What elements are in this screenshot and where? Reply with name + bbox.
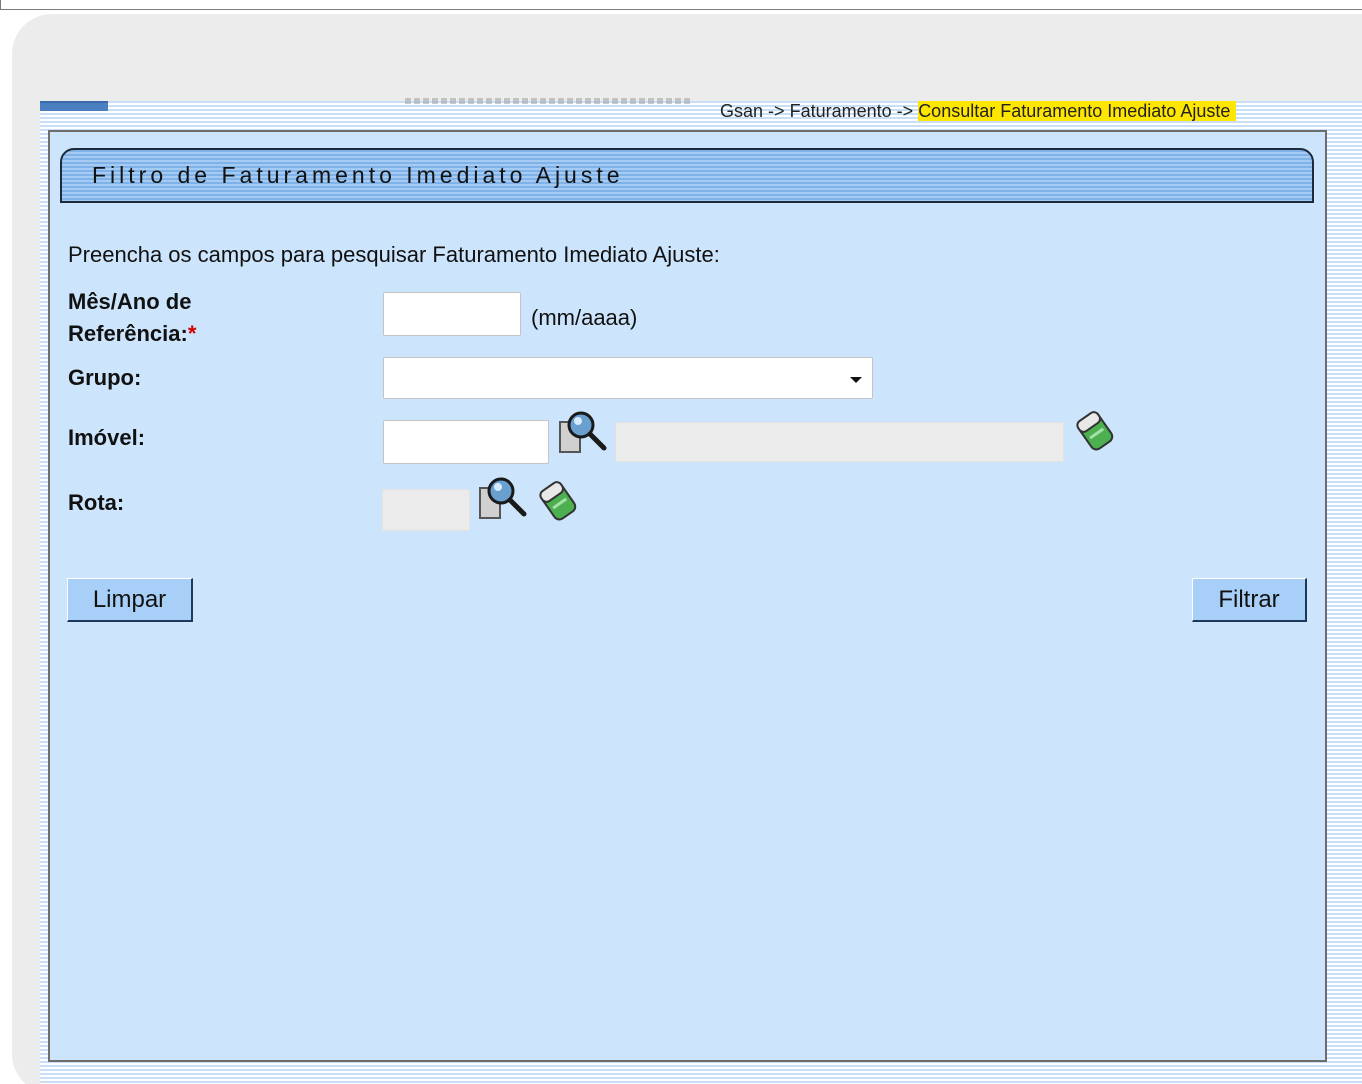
- rota-search-icon[interactable]: [476, 474, 528, 522]
- rota-field: [382, 489, 470, 531]
- required-mark: *: [187, 321, 197, 346]
- panel-title: Filtro de Faturamento Imediato Ajuste: [92, 162, 624, 188]
- grupo-select[interactable]: [383, 357, 873, 399]
- breadcrumb-separator: ->: [768, 101, 785, 121]
- imovel-description-field: [615, 422, 1064, 462]
- breadcrumb-separator: ->: [896, 101, 914, 121]
- form-panel: [48, 130, 1327, 1062]
- chevron-down-icon: [850, 377, 862, 383]
- mes-ano-label-line2: Referência:: [68, 321, 188, 346]
- imovel-search-icon[interactable]: [556, 408, 608, 456]
- form-instruction: Preencha os campos para pesquisar Fatura…: [68, 242, 720, 267]
- rota-clear-eraser-icon[interactable]: [535, 478, 581, 524]
- imovel-label: Imóvel:: [68, 425, 146, 450]
- mes-ano-label: Mês/Ano de Referência:*: [68, 286, 196, 350]
- grupo-label: Grupo:: [68, 365, 142, 390]
- imovel-clear-eraser-icon[interactable]: [1072, 408, 1118, 454]
- mes-ano-label-line1: Mês/Ano de: [68, 289, 192, 314]
- breadcrumb-item-current: Consultar Faturamento Imediato Ajuste: [918, 101, 1237, 121]
- frame-notch: [1, 0, 71, 4]
- top-frame: [0, 0, 1362, 10]
- breadcrumb-item-faturamento[interactable]: Faturamento: [790, 101, 892, 121]
- imovel-input[interactable]: [383, 420, 549, 464]
- mes-ano-format-hint: (mm/aaaa): [531, 305, 638, 330]
- breadcrumb-item-gsan[interactable]: Gsan: [720, 101, 763, 121]
- rota-label: Rota:: [68, 490, 125, 515]
- menu-tab-indicator: [40, 101, 108, 111]
- filtrar-button[interactable]: Filtrar: [1192, 578, 1307, 622]
- faded-menu-strip: [405, 98, 690, 104]
- limpar-button[interactable]: Limpar: [67, 578, 193, 622]
- mes-ano-input[interactable]: [383, 292, 521, 336]
- breadcrumb: Gsan -> Faturamento -> Consultar Faturam…: [720, 100, 1237, 122]
- panel-title-bar: Filtro de Faturamento Imediato Ajuste: [60, 148, 1314, 203]
